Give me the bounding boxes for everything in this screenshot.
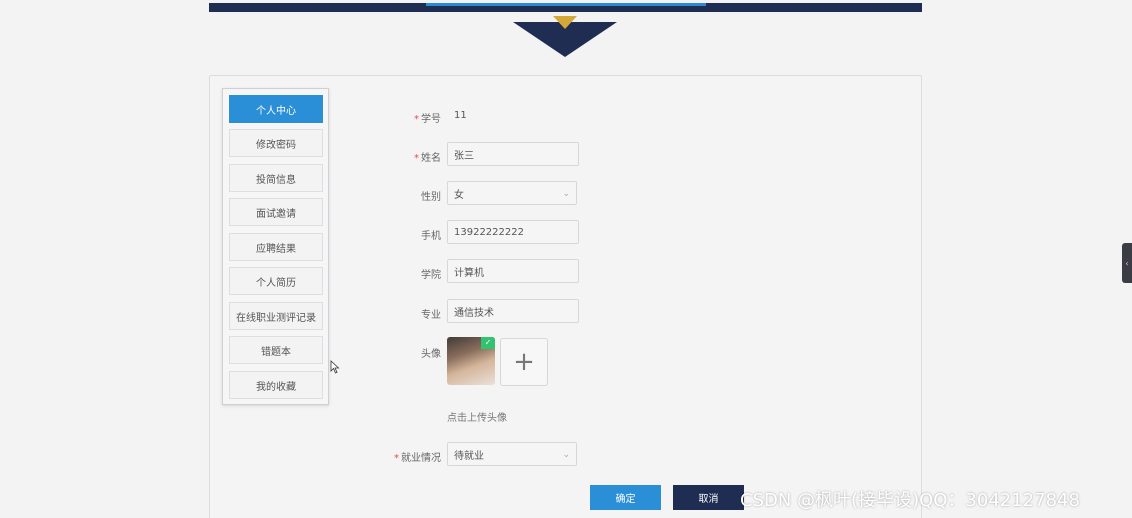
student-id-value: 11 <box>454 110 467 121</box>
gender-label: 性别 <box>421 192 441 203</box>
sidebar-item-interview-invites[interactable]: 面试邀请 <box>229 198 323 226</box>
user-center-sidebar: 个人中心 修改密码 投简信息 面试邀请 应聘结果 个人简历 在线职业测评记录 错… <box>222 88 329 405</box>
chevron-left-icon: ‹ <box>1125 258 1129 268</box>
name-label: * 姓名 <box>361 149 441 164</box>
required-mark: * <box>394 453 399 464</box>
student-id-label-text: 学号 <box>421 114 441 125</box>
checkmark-icon: ✓ <box>481 337 495 349</box>
college-label: 学院 <box>421 270 441 281</box>
chevron-down-icon: ⌄ <box>562 189 570 199</box>
sidebar-item-applications[interactable]: 投简信息 <box>229 164 323 192</box>
chevron-down-icon: ⌄ <box>562 450 570 460</box>
sidebar-item-career-test-records[interactable]: 在线职业测评记录 <box>229 302 323 330</box>
avatar-upload-hint[interactable]: 点击上传头像 <box>447 409 507 424</box>
avatar-thumbnail[interactable]: ✓ <box>447 337 495 385</box>
header-active-indicator <box>426 3 706 6</box>
sidebar-item-application-results[interactable]: 应聘结果 <box>229 233 323 261</box>
watermark: CSDN @枫叶(接毕设)QQ：3042127848 <box>740 490 1080 511</box>
student-id-label: * 学号 <box>361 110 441 125</box>
employment-label-text: 就业情况 <box>401 453 441 464</box>
name-label-text: 姓名 <box>421 153 441 164</box>
header-arrow-gold-decoration <box>553 16 577 29</box>
phone-input[interactable]: 13922222222 <box>447 220 579 244</box>
sidebar-item-change-password[interactable]: 修改密码 <box>229 129 323 157</box>
employment-select[interactable]: 待就业 ⌄ <box>447 442 577 466</box>
sidebar-item-resume[interactable]: 个人简历 <box>229 267 323 295</box>
sidebar-item-favorites[interactable]: 我的收藏 <box>229 371 323 399</box>
gender-select[interactable]: 女 ⌄ <box>447 181 577 205</box>
phone-label: 手机 <box>421 231 441 242</box>
name-input[interactable]: 张三 <box>447 142 579 166</box>
confirm-button[interactable]: 确定 <box>590 485 661 510</box>
required-mark: * <box>414 153 419 164</box>
cancel-button[interactable]: 取消 <box>673 485 744 510</box>
plus-icon: + <box>513 347 535 377</box>
employment-label: * 就业情况 <box>361 449 441 464</box>
major-input[interactable]: 通信技术 <box>447 299 579 323</box>
major-label: 专业 <box>421 310 441 321</box>
side-collapse-tab[interactable]: ‹ <box>1122 243 1132 283</box>
avatar-label: 头像 <box>421 349 441 360</box>
avatar-upload-button[interactable]: + <box>500 338 548 386</box>
mouse-cursor-icon <box>330 360 340 374</box>
college-input[interactable]: 计算机 <box>447 259 579 283</box>
gender-select-value: 女 <box>454 189 464 201</box>
employment-select-value: 待就业 <box>454 450 484 462</box>
required-mark: * <box>414 114 419 125</box>
sidebar-item-wrong-questions[interactable]: 错题本 <box>229 336 323 364</box>
sidebar-item-personal-center[interactable]: 个人中心 <box>229 95 323 123</box>
